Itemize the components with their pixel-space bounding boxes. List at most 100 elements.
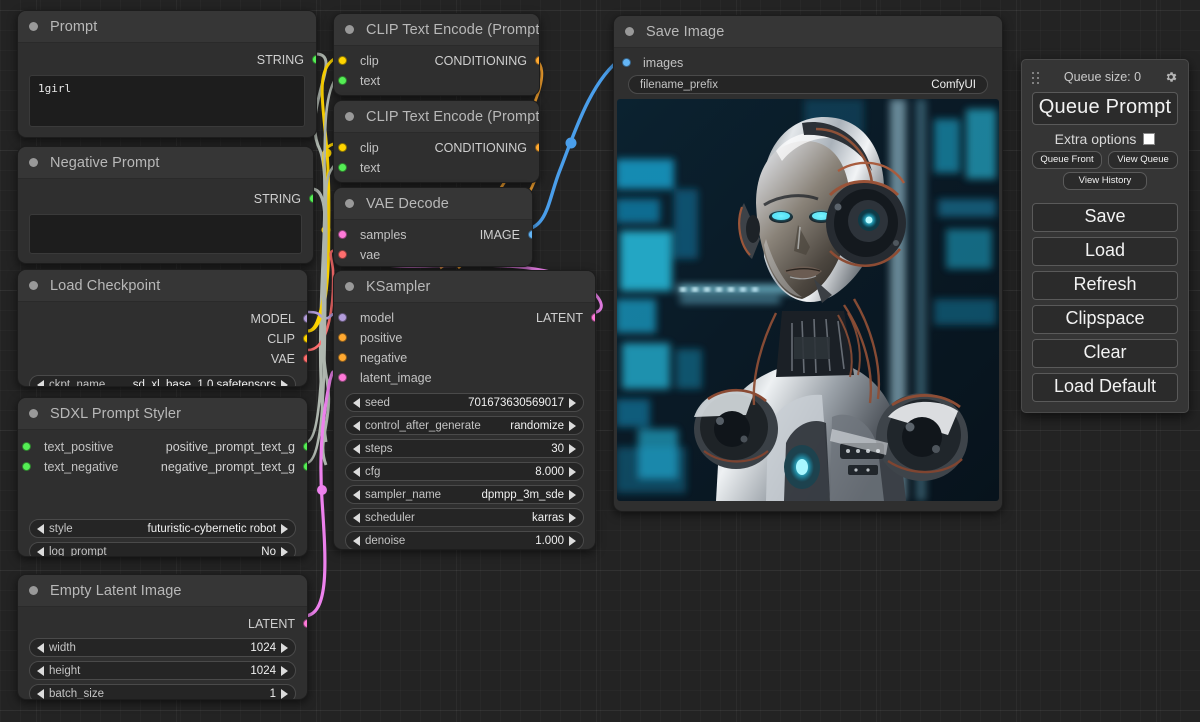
node-collapse-icon[interactable] xyxy=(625,27,634,36)
node-vae-decode-header[interactable]: VAE Decode xyxy=(334,188,532,220)
node-collapse-icon[interactable] xyxy=(29,586,38,595)
decrement-arrow-icon[interactable] xyxy=(37,665,44,676)
widget-width[interactable]: width 1024 xyxy=(29,638,296,657)
view-queue-button[interactable]: View Queue xyxy=(1108,151,1178,169)
output-port-conditioning[interactable] xyxy=(534,143,539,152)
decrement-arrow-icon[interactable] xyxy=(353,466,360,477)
node-collapse-icon[interactable] xyxy=(345,199,354,208)
input-port-vae[interactable] xyxy=(338,250,347,259)
node-sdxl-prompt-styler[interactable]: SDXL Prompt Styler text_positive positiv… xyxy=(17,397,308,557)
decrement-arrow-icon[interactable] xyxy=(353,489,360,500)
node-collapse-icon[interactable] xyxy=(29,281,38,290)
output-port-string[interactable] xyxy=(308,194,313,203)
decrement-arrow-icon[interactable] xyxy=(37,642,44,653)
node-sdxl-prompt-styler-header[interactable]: SDXL Prompt Styler xyxy=(18,398,307,430)
decrement-arrow-icon[interactable] xyxy=(353,443,360,454)
extra-options-row[interactable]: Extra options xyxy=(1032,131,1178,147)
node-load-checkpoint-header[interactable]: Load Checkpoint xyxy=(18,270,307,302)
input-port-text-negative[interactable] xyxy=(22,462,31,471)
decrement-arrow-icon[interactable] xyxy=(37,379,44,386)
output-port-conditioning[interactable] xyxy=(534,56,539,65)
output-port-positive-prompt-text-g[interactable] xyxy=(302,442,307,451)
increment-arrow-icon[interactable] xyxy=(569,535,576,546)
node-collapse-icon[interactable] xyxy=(29,158,38,167)
output-port-model[interactable] xyxy=(302,314,307,323)
input-port-samples[interactable] xyxy=(338,230,347,239)
input-port-text[interactable] xyxy=(338,163,347,172)
node-collapse-icon[interactable] xyxy=(345,25,354,34)
output-port-latent[interactable] xyxy=(302,619,307,628)
increment-arrow-icon[interactable] xyxy=(281,642,288,653)
widget-cfg[interactable]: cfg 8.000 xyxy=(345,462,584,481)
node-vae-decode[interactable]: VAE Decode samples IMAGE vae xyxy=(333,187,533,267)
save-button[interactable]: Save xyxy=(1032,203,1178,232)
widget-height[interactable]: height 1024 xyxy=(29,661,296,680)
node-negative-prompt-header[interactable]: Negative Prompt xyxy=(18,147,313,179)
image-preview-container[interactable] xyxy=(617,99,999,501)
node-load-checkpoint[interactable]: Load Checkpoint MODEL CLIP VAE ckpt_name… xyxy=(17,269,308,387)
input-port-text-positive[interactable] xyxy=(22,442,31,451)
node-prompt[interactable]: Prompt STRING 1girl xyxy=(17,10,317,138)
gear-icon[interactable] xyxy=(1164,70,1178,84)
widget-scheduler[interactable]: scheduler karras xyxy=(345,508,584,527)
widget-denoise[interactable]: denoise 1.000 xyxy=(345,531,584,549)
decrement-arrow-icon[interactable] xyxy=(353,535,360,546)
node-ksampler-header[interactable]: KSampler xyxy=(334,271,595,303)
decrement-arrow-icon[interactable] xyxy=(353,512,360,523)
input-port-positive[interactable] xyxy=(338,333,347,342)
widget-style[interactable]: style futuristic-cybernetic robot xyxy=(29,519,296,538)
node-empty-latent-image-header[interactable]: Empty Latent Image xyxy=(18,575,307,607)
widget-control-after-generate[interactable]: control_after_generate randomize xyxy=(345,416,584,435)
widget-log-prompt[interactable]: log_prompt No xyxy=(29,542,296,556)
decrement-arrow-icon[interactable] xyxy=(37,688,44,699)
output-port-string[interactable] xyxy=(311,55,316,64)
increment-arrow-icon[interactable] xyxy=(569,397,576,408)
node-collapse-icon[interactable] xyxy=(345,112,354,121)
widget-ckpt-name[interactable]: ckpt_name sd_xl_base_1.0.safetensors xyxy=(29,375,296,386)
input-port-latent-image[interactable] xyxy=(338,373,347,382)
widget-seed[interactable]: seed 701673630569017 xyxy=(345,393,584,412)
refresh-button[interactable]: Refresh xyxy=(1032,271,1178,300)
output-port-vae[interactable] xyxy=(302,354,307,363)
extra-options-checkbox[interactable] xyxy=(1143,133,1156,145)
load-button[interactable]: Load xyxy=(1032,237,1178,266)
increment-arrow-icon[interactable] xyxy=(569,443,576,454)
increment-arrow-icon[interactable] xyxy=(569,512,576,523)
node-clip-text-encode-negative[interactable]: CLIP Text Encode (Prompt) clip CONDITION… xyxy=(333,100,540,183)
output-port-latent[interactable] xyxy=(590,313,595,322)
comfyui-graph-canvas[interactable]: Prompt STRING 1girl Negative Prompt STRI… xyxy=(0,0,1200,722)
node-clip-text-encode-positive-header[interactable]: CLIP Text Encode (Prompt) xyxy=(334,14,539,46)
decrement-arrow-icon[interactable] xyxy=(37,546,44,556)
increment-arrow-icon[interactable] xyxy=(569,466,576,477)
input-port-images[interactable] xyxy=(622,58,631,67)
widget-sampler-name[interactable]: sampler_name dpmpp_3m_sde xyxy=(345,485,584,504)
queue-prompt-button[interactable]: Queue Prompt xyxy=(1032,92,1178,125)
widget-filename-prefix[interactable]: filename_prefix ComfyUI xyxy=(628,75,988,94)
decrement-arrow-icon[interactable] xyxy=(37,523,44,534)
grip-icon[interactable] xyxy=(1032,71,1041,84)
comfyui-menu-panel[interactable]: Queue size: 0 Queue Prompt Extra options… xyxy=(1021,59,1189,413)
decrement-arrow-icon[interactable] xyxy=(353,420,360,431)
node-collapse-icon[interactable] xyxy=(29,409,38,418)
output-port-clip[interactable] xyxy=(302,334,307,343)
increment-arrow-icon[interactable] xyxy=(281,546,288,556)
clipspace-button[interactable]: Clipspace xyxy=(1032,305,1178,334)
node-clip-text-encode-positive[interactable]: CLIP Text Encode (Prompt) clip CONDITION… xyxy=(333,13,540,96)
node-collapse-icon[interactable] xyxy=(29,22,38,31)
node-ksampler[interactable]: KSampler model LATENT positive negative … xyxy=(333,270,596,550)
node-collapse-icon[interactable] xyxy=(345,282,354,291)
input-port-clip[interactable] xyxy=(338,143,347,152)
node-save-image[interactable]: Save Image images filename_prefix ComfyU… xyxy=(613,15,1003,512)
node-prompt-header[interactable]: Prompt xyxy=(18,11,316,43)
widget-batch-size[interactable]: batch_size 1 xyxy=(29,684,296,699)
prompt-text-input[interactable]: 1girl xyxy=(29,75,305,127)
clear-button[interactable]: Clear xyxy=(1032,339,1178,368)
node-negative-prompt[interactable]: Negative Prompt STRING xyxy=(17,146,314,264)
increment-arrow-icon[interactable] xyxy=(569,420,576,431)
increment-arrow-icon[interactable] xyxy=(281,379,288,386)
input-port-clip[interactable] xyxy=(338,56,347,65)
queue-front-button[interactable]: Queue Front xyxy=(1032,151,1102,169)
negative-prompt-text-input[interactable] xyxy=(29,214,302,254)
increment-arrow-icon[interactable] xyxy=(281,665,288,676)
increment-arrow-icon[interactable] xyxy=(281,523,288,534)
